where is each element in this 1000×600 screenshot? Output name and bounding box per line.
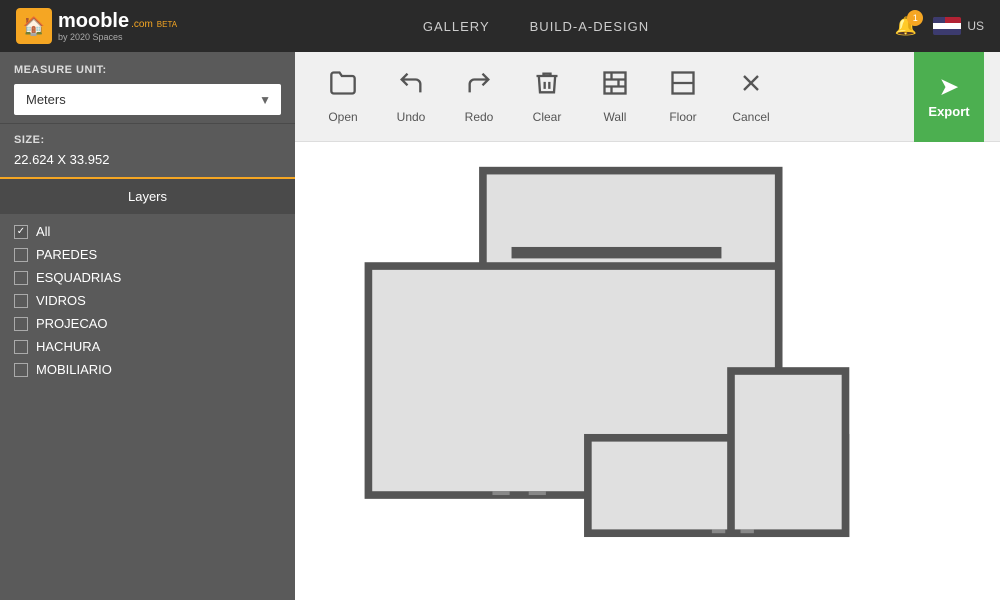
export-button[interactable]: ➤ Export — [914, 52, 984, 142]
toolbar: Open Undo Redo Clear Wall Floor Cancel ➤ Expor… — [295, 52, 1000, 142]
logo-sub: by 2020 Spaces — [58, 33, 177, 42]
cancel-tool-button[interactable]: Cancel — [719, 62, 783, 132]
layer-checkbox[interactable] — [14, 271, 28, 285]
open-tool-button[interactable]: Open — [311, 62, 375, 132]
layer-item[interactable]: ESQUADRIAS — [14, 270, 281, 285]
export-icon: ➤ — [940, 74, 958, 100]
undo-tool-label: Undo — [397, 110, 426, 124]
layer-item[interactable]: VIDROS — [14, 293, 281, 308]
layers-list: ✓ All PAREDES ESQUADRIAS VIDROS PROJECAO HACHU… — [0, 214, 295, 387]
sidebar: MEASURE UNIT: Meters Feet ▼ SIZE: 22.624… — [0, 52, 295, 600]
layer-label: ESQUADRIAS — [36, 270, 121, 285]
measure-label: MEASURE UNIT: — [14, 64, 281, 76]
clear-icon — [533, 69, 561, 104]
floor-tool-label: Floor — [669, 110, 696, 124]
checkmark-icon: ✓ — [17, 226, 25, 237]
redo-icon — [465, 69, 493, 104]
logo-text-group: mooble .com BETA by 2020 Spaces — [58, 10, 177, 42]
open-icon — [329, 69, 357, 104]
layer-checkbox[interactable] — [14, 248, 28, 262]
flag-icon — [933, 17, 961, 35]
cancel-icon — [737, 69, 765, 104]
layers-header: Layers — [0, 177, 295, 214]
layer-item[interactable]: ✓ All — [14, 224, 281, 239]
size-section: SIZE: 22.624 X 33.952 — [0, 123, 295, 177]
language-button[interactable]: US — [933, 17, 984, 35]
logo-beta: BETA — [157, 20, 177, 29]
main-layout: MEASURE UNIT: Meters Feet ▼ SIZE: 22.624… — [0, 52, 1000, 600]
layer-checkbox[interactable] — [14, 294, 28, 308]
clear-tool-label: Clear — [533, 110, 562, 124]
layer-label: MOBILIARIO — [36, 362, 112, 377]
floor-icon — [669, 69, 697, 104]
layer-checkbox[interactable] — [14, 363, 28, 377]
layer-label: All — [36, 224, 50, 239]
layer-checkbox[interactable] — [14, 317, 28, 331]
redo-tool-button[interactable]: Redo — [447, 62, 511, 132]
undo-icon — [397, 69, 425, 104]
layer-item[interactable]: HACHURA — [14, 339, 281, 354]
redo-tool-label: Redo — [465, 110, 494, 124]
header: 🏠 mooble .com BETA by 2020 Spaces GALLER… — [0, 0, 1000, 52]
layer-item[interactable]: PAREDES — [14, 247, 281, 262]
size-label: SIZE: — [14, 134, 281, 146]
logo-name: mooble — [58, 10, 129, 33]
nav-right: 🔔 1 US — [895, 16, 984, 37]
export-label: Export — [928, 104, 969, 119]
layer-label: HACHURA — [36, 339, 100, 354]
floor-tool-button[interactable]: Floor — [651, 62, 715, 132]
measure-select-wrap: Meters Feet ▼ — [14, 84, 281, 115]
layer-item[interactable]: PROJECAO — [14, 316, 281, 331]
wall-tool-button[interactable]: Wall — [583, 62, 647, 132]
cancel-tool-label: Cancel — [732, 110, 769, 124]
layer-label: PROJECAO — [36, 316, 108, 331]
measure-select[interactable]: Meters Feet — [14, 84, 281, 115]
content-area: Open Undo Redo Clear Wall Floor Cancel ➤ Expor… — [295, 52, 1000, 600]
undo-tool-button[interactable]: Undo — [379, 62, 443, 132]
nav-build-a-design[interactable]: BUILD-A-DESIGN — [530, 19, 649, 34]
canvas-area[interactable] — [295, 142, 1000, 600]
layer-checkbox[interactable] — [14, 340, 28, 354]
floorplan-svg — [295, 142, 1000, 600]
notification-badge: 1 — [907, 10, 923, 26]
wall-icon — [601, 69, 629, 104]
measure-section: MEASURE UNIT: Meters Feet ▼ — [0, 52, 295, 123]
logo-area: 🏠 mooble .com BETA by 2020 Spaces — [16, 8, 177, 44]
layer-label: PAREDES — [36, 247, 97, 262]
nav-gallery[interactable]: GALLERY — [423, 19, 490, 34]
lang-label: US — [967, 19, 984, 33]
wall-tool-label: Wall — [604, 110, 627, 124]
flag-stars — [933, 17, 945, 23]
size-value: 22.624 X 33.952 — [14, 152, 281, 167]
logo-house-icon: 🏠 — [23, 16, 45, 37]
layer-label: VIDROS — [36, 293, 86, 308]
logo-com: .com — [131, 19, 153, 30]
logo-icon: 🏠 — [16, 8, 52, 44]
notification-button[interactable]: 🔔 1 — [895, 16, 917, 37]
layer-checkbox[interactable]: ✓ — [14, 225, 28, 239]
open-tool-label: Open — [328, 110, 357, 124]
clear-tool-button[interactable]: Clear — [515, 62, 579, 132]
nav-links: GALLERY BUILD-A-DESIGN — [423, 19, 649, 34]
layer-item[interactable]: MOBILIARIO — [14, 362, 281, 377]
